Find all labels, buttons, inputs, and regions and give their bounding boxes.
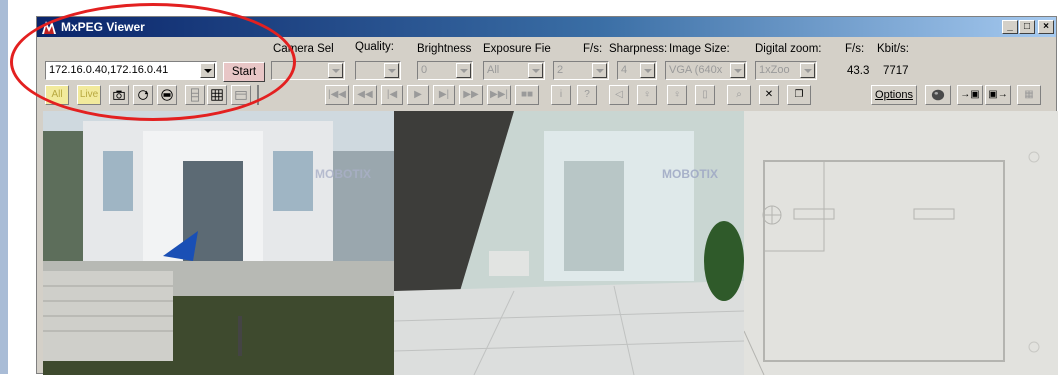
chevron-down-icon[interactable] (800, 63, 815, 78)
fs-label: F/s: (583, 43, 603, 55)
microphone-icon[interactable]: ♀ (637, 85, 657, 105)
brightness-combo[interactable]: 0 (417, 61, 473, 80)
import-icon[interactable]: ▣→ (985, 85, 1011, 105)
fullscreen-icon[interactable]: ✕ (759, 85, 779, 105)
quality-combo[interactable] (355, 61, 401, 80)
watermark-1: MOBOTIX (315, 167, 371, 181)
kbits-readout-label: Kbit/s: (877, 43, 909, 55)
stop-icon[interactable]: ■■ (515, 85, 539, 105)
close-button[interactable]: × (1038, 20, 1054, 34)
step-forward-icon[interactable]: ▶| (433, 85, 455, 105)
speaker-icon[interactable]: ◁ (609, 85, 629, 105)
digital-zoom-label: Digital zoom: (755, 43, 822, 55)
image-size-combo[interactable]: VGA (640x (665, 61, 747, 80)
sharpness-combo[interactable]: 4 (617, 61, 657, 80)
chevron-down-icon[interactable] (528, 63, 543, 78)
fps-readout-label: F/s: (845, 43, 865, 55)
record-icon[interactable] (925, 85, 951, 105)
quality-label: Quality: (355, 41, 394, 53)
watermark-2: MOBOTIX (662, 167, 718, 181)
chevron-down-icon[interactable] (456, 63, 471, 78)
door-icon[interactable]: ▯ (695, 85, 715, 105)
step-back-icon[interactable]: |◀ (381, 85, 403, 105)
camera-1-image (43, 111, 394, 375)
camera-view-2[interactable]: MOBOTIX (394, 111, 744, 375)
sharpness-label: Sharpness: (609, 43, 668, 55)
first-frame-icon[interactable]: |◀◀ (325, 85, 349, 105)
desktop-edge (0, 0, 8, 374)
exposure-value: All (487, 64, 500, 76)
digital-zoom-combo[interactable]: 1xZoo (755, 61, 817, 80)
play-reverse-icon[interactable]: ▶ (407, 85, 429, 105)
chevron-down-icon[interactable] (640, 63, 655, 78)
sharpness-value: 4 (621, 64, 628, 76)
camera-view-1[interactable]: MOBOTIX (43, 111, 394, 375)
info-icon[interactable]: i (551, 85, 571, 105)
kbits-readout: 7717 (883, 65, 909, 77)
last-frame-icon[interactable]: ▶▶| (487, 85, 511, 105)
camera-view-3[interactable] (744, 111, 1058, 375)
options-button[interactable]: Options (871, 85, 917, 105)
chevron-down-icon[interactable] (730, 63, 745, 78)
exposure-label: Exposure Fie (483, 43, 551, 55)
zoom-icon[interactable]: ⌕ (727, 85, 751, 105)
light-icon[interactable]: ♀ (667, 85, 687, 105)
red-highlight-ellipse (10, 3, 296, 121)
fs-combo[interactable]: 2 (553, 61, 609, 80)
fps-readout: 43.3 (847, 65, 870, 77)
chevron-down-icon[interactable] (384, 63, 399, 78)
image-size-value: VGA (640x (669, 64, 723, 76)
fast-forward-icon[interactable]: ▶▶ (459, 85, 483, 105)
chevron-down-icon[interactable] (328, 63, 343, 78)
fs-value: 2 (557, 64, 564, 76)
digital-zoom-value: 1xZoo (759, 64, 790, 76)
chevron-down-icon[interactable] (592, 63, 607, 78)
layout-icon[interactable]: ▦ (1017, 85, 1041, 105)
minimize-button[interactable]: _ (1002, 20, 1018, 34)
brightness-label: Brightness (417, 43, 472, 55)
export-icon[interactable]: →▣ (957, 85, 983, 105)
maximize-button[interactable]: □ (1019, 20, 1035, 34)
windows-icon[interactable]: ❐ (787, 85, 811, 105)
image-size-label: Image Size: (669, 43, 730, 55)
rewind-icon[interactable]: ◀◀ (353, 85, 377, 105)
floor-plan-image (744, 111, 1058, 375)
camera-2-image (394, 111, 744, 375)
exposure-combo[interactable]: All (483, 61, 545, 80)
brightness-value: 0 (421, 64, 428, 76)
help-icon[interactable]: ? (577, 85, 597, 105)
